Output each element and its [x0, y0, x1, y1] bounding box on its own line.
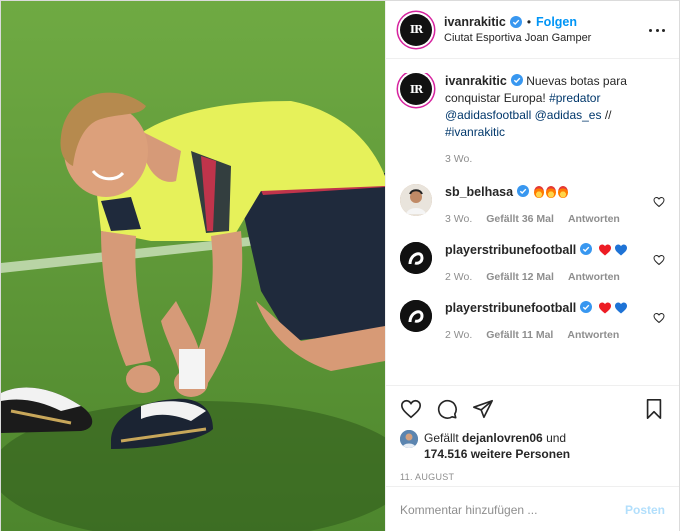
post-date[interactable]: 11. AUGUST: [400, 472, 665, 482]
likes-summary: Gefällt dejanlovren06 und 174.516 weiter…: [400, 430, 665, 462]
caption-body: ivanrakitic Nuevas botas para conquistar…: [445, 73, 665, 168]
caption-time[interactable]: 3 Wo.: [445, 151, 472, 168]
follow-button[interactable]: Folgen: [536, 15, 577, 29]
comment-meta: 2 Wo. Gefällt 12 Mal Antworten: [445, 269, 645, 286]
comment-item: playerstribunefootball 2 Wo. Gefällt 11 …: [400, 300, 665, 344]
comment-text: sb_belhasa: [445, 184, 645, 201]
likes-others[interactable]: 174.516 weitere Personen: [424, 447, 570, 461]
likes-connector: und: [546, 431, 567, 445]
add-comment-bar: Kommentar hinzufügen ... Posten: [386, 486, 679, 531]
comment-bubble-icon[interactable]: [436, 398, 458, 420]
post-photo[interactable]: [1, 1, 385, 531]
post-caption: IR ivanrakitic Nuevas botas para conquis…: [400, 73, 665, 168]
share-paper-plane-icon[interactable]: [472, 398, 494, 420]
hashtag-link[interactable]: #predator: [549, 91, 600, 105]
comment-body: playerstribunefootball 2 Wo. Gefällt 11 …: [445, 300, 665, 344]
avatar-monogram: IR: [409, 23, 423, 36]
verified-badge-icon: [517, 185, 530, 197]
likes-text: Gefällt dejanlovren06 und 174.516 weiter…: [424, 430, 570, 462]
header-text: ivanrakitic • Folgen Ciutat Esportiva Jo…: [444, 15, 591, 44]
liker-username[interactable]: dejanlovren06: [462, 431, 543, 445]
comment-item: sb_belhasa 3 Wo. Gefällt 36 Mal Antworte…: [400, 184, 665, 228]
commenter-username[interactable]: playerstribunefootball: [445, 301, 576, 315]
commenter-username[interactable]: sb_belhasa: [445, 185, 513, 199]
verified-badge-icon: [509, 16, 522, 28]
avatar-monogram: IR: [409, 82, 423, 96]
comment-item: playerstribunefootball 2 Wo. Gefällt 12 …: [400, 242, 665, 286]
mention-link[interactable]: @adidasfootball: [445, 108, 531, 122]
comments-list[interactable]: IR ivanrakitic Nuevas botas para conquis…: [386, 73, 679, 383]
comment-likes[interactable]: Gefällt 36 Mal: [486, 211, 554, 228]
person-avatar-icon: [400, 430, 418, 448]
author-avatar[interactable]: IR: [400, 13, 432, 46]
comment-likes[interactable]: Gefällt 11 Mal: [486, 327, 553, 344]
instagram-post: IR ivanrakitic • Folgen Ciutat Esportiva…: [0, 0, 680, 531]
post-actions: Gefällt dejanlovren06 und 174.516 weiter…: [386, 385, 679, 482]
verified-badge-icon: [580, 243, 593, 255]
fire-emoji-icon: [534, 186, 545, 198]
like-comment-heart-icon[interactable]: [653, 196, 665, 208]
author-username[interactable]: ivanrakitic: [444, 15, 506, 29]
caption-meta: 3 Wo.: [445, 151, 645, 168]
verified-badge-icon: [510, 74, 523, 86]
more-options-icon[interactable]: [649, 22, 665, 38]
post-location[interactable]: Ciutat Esportiva Joan Gamper: [444, 32, 591, 44]
liker-avatar[interactable]: [400, 430, 418, 448]
verified-badge-icon: [580, 301, 593, 313]
reply-button[interactable]: Antworten: [567, 327, 619, 344]
fire-emoji-icon: [546, 186, 557, 198]
blue-heart-emoji-icon: [614, 244, 627, 256]
like-comment-heart-icon[interactable]: [653, 254, 665, 266]
comment-time[interactable]: 3 Wo.: [445, 211, 472, 228]
caption-separator: //: [604, 108, 612, 122]
comment-time[interactable]: 2 Wo.: [445, 327, 472, 344]
like-heart-icon[interactable]: [400, 398, 422, 420]
commenter-avatar[interactable]: [400, 184, 432, 216]
hashtag-link[interactable]: #ivanrakitic: [445, 125, 505, 139]
post-sidebar: IR ivanrakitic • Folgen Ciutat Esportiva…: [385, 1, 679, 531]
person-avatar-icon: [400, 184, 432, 216]
comment-text: playerstribunefootball: [445, 242, 645, 259]
post-comment-button[interactable]: Posten: [625, 503, 665, 517]
reply-button[interactable]: Antworten: [568, 269, 620, 286]
fire-emoji-icon: [558, 186, 569, 198]
comment-meta: 2 Wo. Gefällt 11 Mal Antworten: [445, 327, 645, 344]
players-tribune-logo-icon: [400, 242, 432, 274]
commenter-avatar[interactable]: [400, 300, 432, 332]
post-header: IR ivanrakitic • Folgen Ciutat Esportiva…: [386, 1, 679, 59]
comment-likes[interactable]: Gefällt 12 Mal: [486, 269, 554, 286]
caption-avatar[interactable]: IR: [400, 73, 432, 105]
like-comment-heart-icon[interactable]: [653, 312, 665, 324]
header-separator: •: [526, 15, 532, 29]
comment-body: sb_belhasa 3 Wo. Gefällt 36 Mal Antworte…: [445, 184, 665, 228]
comment-meta: 3 Wo. Gefällt 36 Mal Antworten: [445, 211, 645, 228]
mention-link[interactable]: @adidas_es: [535, 108, 602, 122]
comment-body: playerstribunefootball 2 Wo. Gefällt 12 …: [445, 242, 665, 286]
reply-button[interactable]: Antworten: [568, 211, 620, 228]
players-tribune-logo-icon: [400, 300, 432, 332]
caption-text: ivanrakitic Nuevas botas para conquistar…: [445, 73, 645, 141]
action-bar: [400, 394, 665, 424]
commenter-username[interactable]: playerstribunefootball: [445, 243, 576, 257]
save-bookmark-icon[interactable]: [643, 398, 665, 420]
comment-time[interactable]: 2 Wo.: [445, 269, 472, 286]
player-photo-illustration: [1, 1, 385, 531]
header-row: ivanrakitic • Folgen: [444, 15, 591, 29]
caption-username[interactable]: ivanrakitic: [445, 74, 507, 88]
comment-input[interactable]: Kommentar hinzufügen ...: [400, 503, 625, 517]
red-heart-emoji-icon: [598, 302, 611, 314]
red-heart-emoji-icon: [598, 244, 611, 256]
blue-heart-emoji-icon: [614, 302, 627, 314]
comment-text: playerstribunefootball: [445, 300, 645, 317]
commenter-avatar[interactable]: [400, 242, 432, 274]
likes-prefix: Gefällt: [424, 431, 459, 445]
